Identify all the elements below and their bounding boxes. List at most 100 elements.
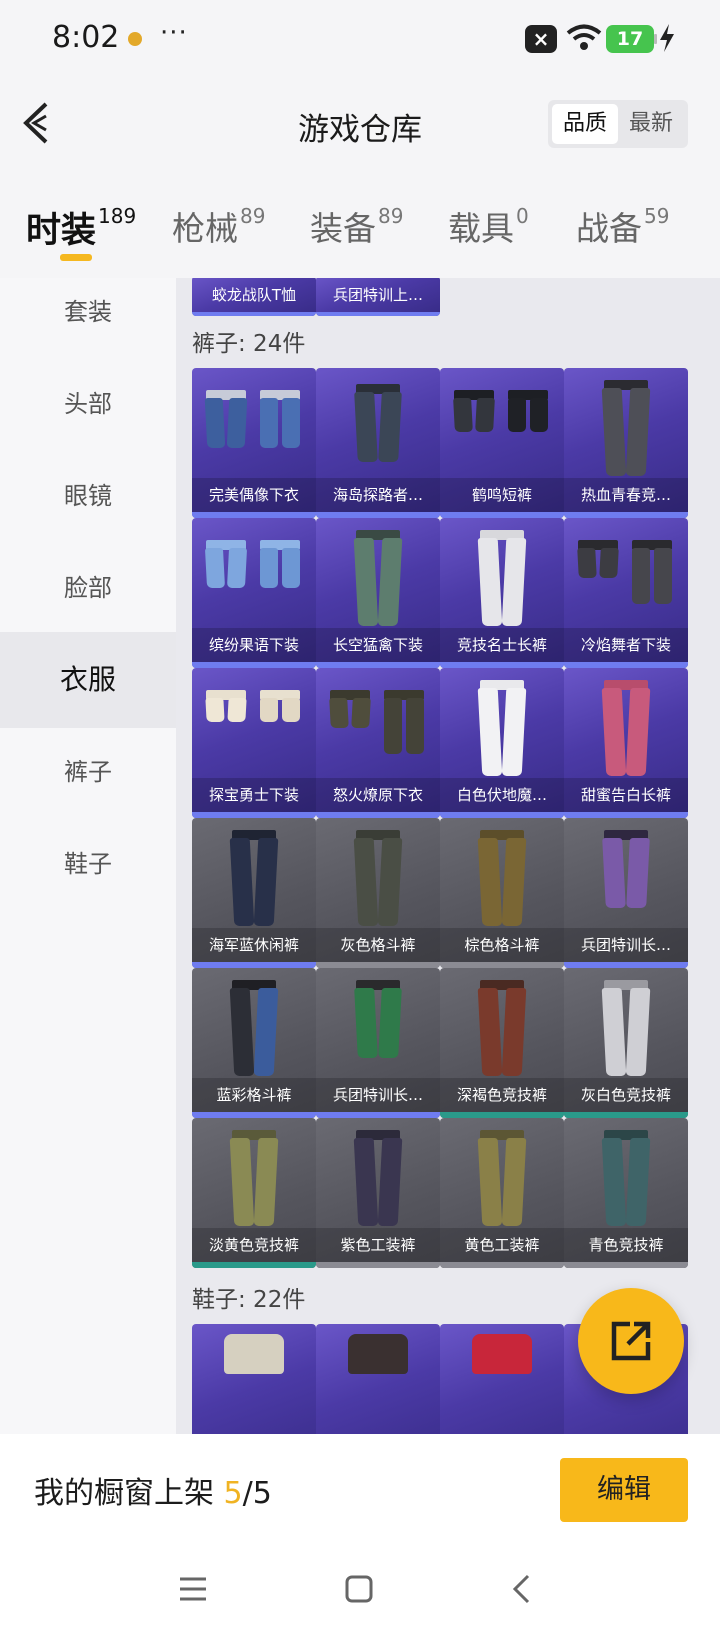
sidebar-item-face[interactable]: 脸部	[0, 540, 176, 636]
item-name: 长空猛禽下装	[316, 628, 440, 662]
pants-image	[477, 980, 527, 1076]
pants-image	[577, 540, 674, 636]
wifi-icon	[566, 24, 602, 50]
item-card[interactable]: 冷焰舞者下装	[564, 518, 688, 668]
item-name: 缤纷果语下装	[192, 628, 316, 662]
tab-equipment[interactable]: 装备 89	[310, 202, 403, 252]
pants-image	[602, 830, 650, 926]
pants-image	[229, 1130, 279, 1226]
item-grid-area[interactable]: 蛟龙战队T恤 兵团特训上… 裤子: 24件 完美偶像下衣 海岛探路者… 鹤鸣短裤	[176, 278, 720, 1434]
item-name: 海岛探路者…	[316, 478, 440, 512]
tab-count: 0	[516, 204, 529, 228]
item-card[interactable]: 灰色格斗裤	[316, 818, 440, 968]
shoe-image	[224, 1334, 284, 1374]
showcase-status: 我的橱窗上架 5/5	[34, 1468, 272, 1512]
item-card[interactable]: 怒火燎原下衣	[316, 668, 440, 818]
item-card[interactable]: 缤纷果语下装	[192, 518, 316, 668]
item-name: 竞技名士长裤	[440, 628, 564, 662]
home-icon[interactable]	[344, 1574, 374, 1604]
item-card[interactable]: 兵团特训上…	[316, 278, 440, 316]
item-card[interactable]: 完美偶像下衣	[192, 368, 316, 518]
tab-guns[interactable]: 枪械 89	[172, 202, 265, 252]
item-card[interactable]: 棕色格斗裤	[440, 818, 564, 968]
pants-image	[329, 690, 426, 786]
item-card[interactable]	[440, 1324, 564, 1434]
pants-image	[601, 980, 651, 1076]
item-name: 蛟龙战队T恤	[211, 286, 297, 304]
item-card[interactable]: 蛟龙战队T恤	[192, 278, 316, 316]
pants-image	[477, 680, 527, 776]
tab-count: 189	[98, 204, 137, 228]
pants-image	[477, 1130, 527, 1226]
item-card[interactable]: 鹤鸣短裤	[440, 368, 564, 518]
menu-icon[interactable]	[178, 1574, 208, 1604]
shoe-image	[348, 1334, 408, 1374]
section-label-shoes: 鞋子: 22件	[192, 1287, 306, 1313]
tab-label: 战备	[576, 209, 642, 248]
shoe-image	[472, 1334, 532, 1374]
tab-fashion[interactable]: 时装 189	[26, 202, 136, 252]
item-card[interactable]: 海岛探路者…	[316, 368, 440, 518]
rarity-bar	[316, 312, 440, 316]
subcategory-sidebar: 套装 头部 眼镜 脸部 衣服 裤子 鞋子	[0, 278, 176, 1434]
tab-vehicles[interactable]: 载具 0	[448, 202, 529, 252]
rarity-bar	[440, 1262, 564, 1268]
item-card[interactable]: 紫色工装裤	[316, 1118, 440, 1268]
item-card[interactable]: 黄色工装裤	[440, 1118, 564, 1268]
item-card[interactable]: 竞技名士长裤	[440, 518, 564, 668]
pants-image	[354, 384, 402, 464]
sort-latest-button[interactable]: 最新	[618, 104, 684, 144]
item-name: 白色伏地魔…	[440, 778, 564, 812]
item-name: 青色竞技裤	[564, 1228, 688, 1262]
share-button[interactable]	[578, 1288, 684, 1394]
back-icon[interactable]	[508, 1574, 538, 1604]
item-card[interactable]: 兵团特训长…	[316, 968, 440, 1118]
item-card[interactable]: 淡黄色竞技裤	[192, 1118, 316, 1268]
item-name: 甜蜜告白长裤	[564, 778, 688, 812]
sidebar-item-clothes[interactable]: 衣服	[0, 632, 176, 728]
tab-label: 时装	[26, 211, 97, 251]
item-card[interactable]: 甜蜜告白长裤	[564, 668, 688, 818]
item-name: 怒火燎原下衣	[316, 778, 440, 812]
pants-image	[477, 830, 527, 926]
sidebar-item-pants[interactable]: 裤子	[0, 724, 176, 820]
pants-image	[353, 830, 403, 926]
sort-quality-button[interactable]: 品质	[552, 104, 618, 144]
battery-nub	[654, 34, 657, 44]
item-card[interactable]: 探宝勇士下装	[192, 668, 316, 818]
item-card[interactable]: 深褐色竞技裤	[440, 968, 564, 1118]
system-nav-bar	[0, 1548, 720, 1640]
pants-image	[353, 530, 403, 626]
status-bar: 8:02 ··· × 17	[0, 0, 720, 80]
item-card[interactable]	[316, 1324, 440, 1434]
charging-icon	[660, 24, 674, 52]
pants-image	[353, 1130, 403, 1226]
item-card[interactable]: 热血青春竞…	[564, 368, 688, 518]
edit-button[interactable]: 编辑	[560, 1458, 688, 1522]
pants-image	[453, 390, 550, 486]
battery-icon: 17	[606, 25, 654, 53]
item-card[interactable]	[192, 1324, 316, 1434]
item-name: 紫色工装裤	[316, 1228, 440, 1262]
item-card[interactable]: 蓝彩格斗裤	[192, 968, 316, 1118]
tab-count: 89	[240, 204, 266, 228]
rarity-bar	[192, 312, 316, 316]
sidebar-item-sets[interactable]: 套装	[0, 264, 176, 360]
item-card[interactable]: 灰白色竞技裤	[564, 968, 688, 1118]
item-card[interactable]: 白色伏地魔…	[440, 668, 564, 818]
pants-image	[601, 680, 651, 776]
item-card[interactable]: 兵团特训长…	[564, 818, 688, 968]
sidebar-item-head[interactable]: 头部	[0, 356, 176, 452]
pants-image	[229, 980, 279, 1076]
item-card[interactable]: 长空猛禽下装	[316, 518, 440, 668]
item-name: 探宝勇士下装	[192, 778, 316, 812]
pants-image	[477, 530, 527, 626]
tab-label: 装备	[310, 209, 376, 248]
sidebar-item-glasses[interactable]: 眼镜	[0, 448, 176, 544]
item-card[interactable]: 青色竞技裤	[564, 1118, 688, 1268]
tab-gear[interactable]: 战备 59	[576, 202, 669, 252]
item-card[interactable]: 海军蓝休闲裤	[192, 818, 316, 968]
item-name: 深褐色竞技裤	[440, 1078, 564, 1112]
item-name: 淡黄色竞技裤	[192, 1228, 316, 1262]
sidebar-item-shoes[interactable]: 鞋子	[0, 816, 176, 912]
